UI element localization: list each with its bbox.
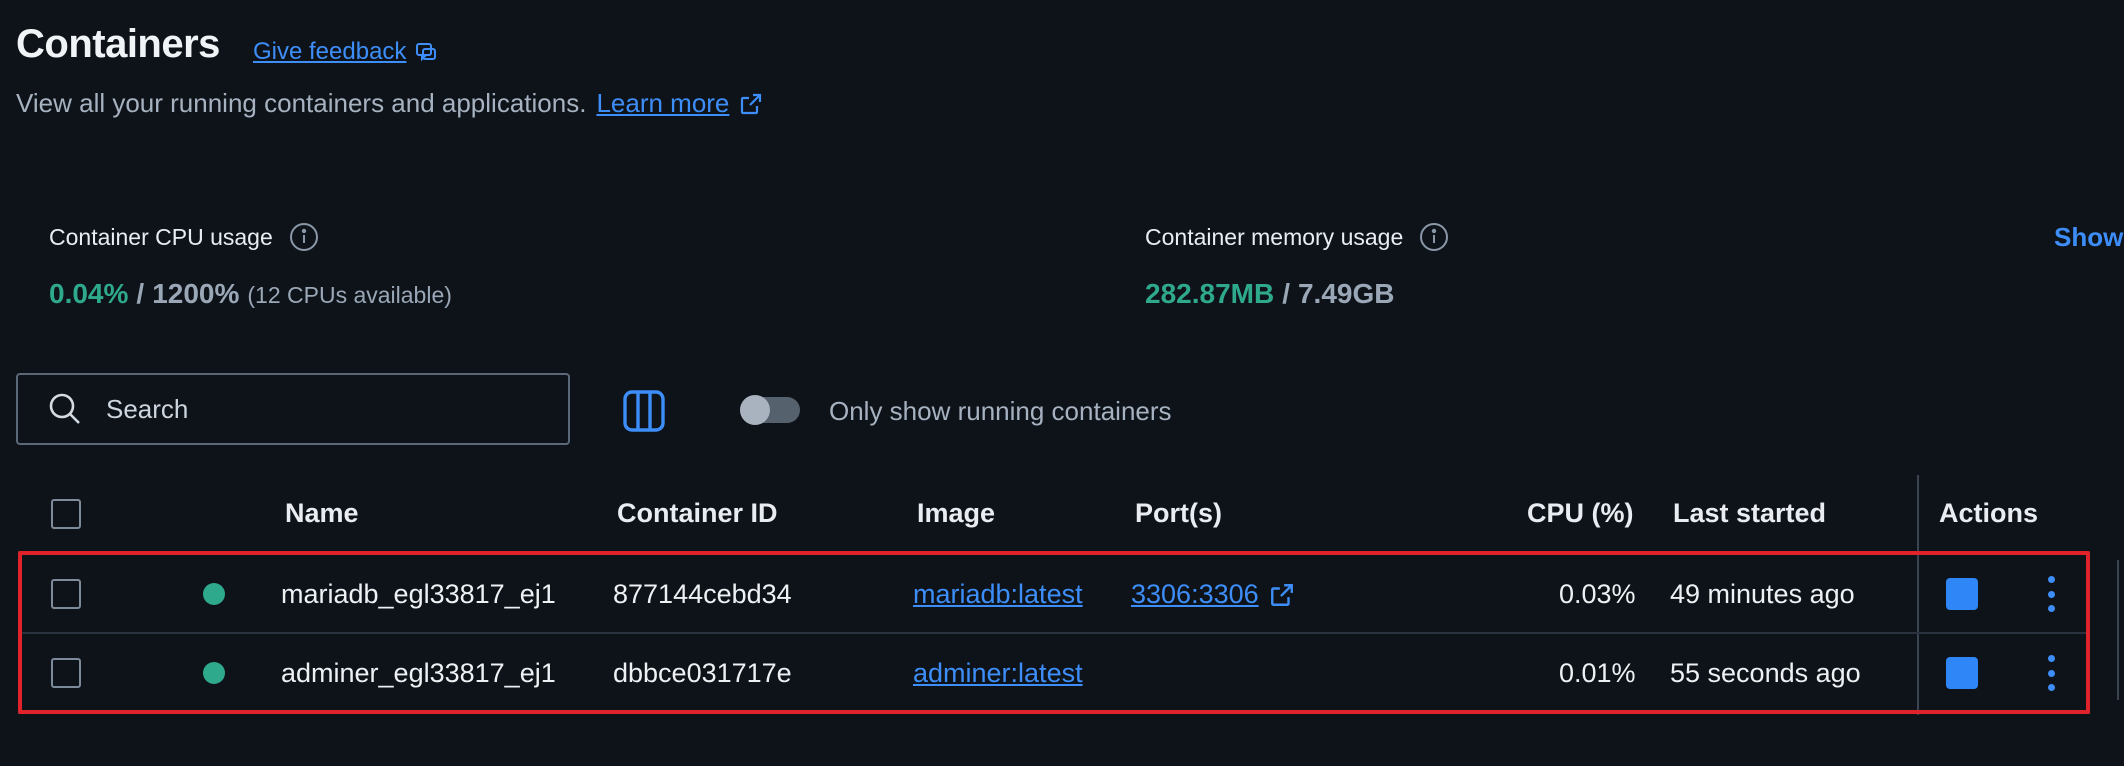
column-header-actions: Actions <box>1939 498 2039 528</box>
row-separator <box>18 551 2090 553</box>
cpu-info-icon[interactable] <box>289 222 319 252</box>
memory-usage-label: Container memory usage <box>1145 222 1449 252</box>
toggle-knob <box>740 395 770 425</box>
status-running-indicator <box>203 583 225 605</box>
more-actions-icon[interactable] <box>2046 655 2056 691</box>
row-checkbox[interactable] <box>51 658 81 688</box>
container-name[interactable]: mariadb_egl33817_ej1 <box>281 579 556 610</box>
external-link-icon <box>1270 583 1293 606</box>
cpu-percent: 0.01% <box>1559 658 1636 688</box>
feedback-icon <box>416 43 437 62</box>
cpu-percent: 0.03% <box>1559 579 1636 609</box>
actions-column-divider <box>1917 475 1919 715</box>
memory-info-icon[interactable] <box>1419 222 1449 252</box>
cpu-usage-label-text: Container CPU usage <box>49 223 273 250</box>
search-input[interactable] <box>104 392 548 426</box>
show-charts-link[interactable]: Show <box>2054 222 2123 253</box>
image-link[interactable]: adminer:latest <box>913 658 1083 689</box>
cpu-usage-value: 0.04% / 1200% (12 CPUs available) <box>49 278 452 310</box>
learn-more-link[interactable]: Learn more <box>596 88 763 119</box>
column-header-ports[interactable]: Port(s) <box>1135 498 1222 529</box>
container-id: dbbce031717e <box>613 658 792 688</box>
memory-usage-value: 282.87MB / 7.49GB <box>1145 278 1394 310</box>
row-separator <box>18 712 2090 714</box>
cpu-separator: / <box>136 278 145 309</box>
select-all-checkbox[interactable] <box>51 499 81 529</box>
page-subtitle: View all your running containers and app… <box>16 88 763 119</box>
port-link[interactable]: 3306:3306 <box>1131 579 1295 610</box>
give-feedback-link[interactable]: Give feedback <box>253 38 438 66</box>
column-header-last-started[interactable]: Last started <box>1673 498 1826 529</box>
container-name[interactable]: adminer_egl33817_ej1 <box>281 658 556 689</box>
container-id: 877144cebd34 <box>613 579 792 609</box>
row-checkbox[interactable] <box>51 579 81 609</box>
running-only-label: Only show running containers <box>829 396 1172 426</box>
cpu-used: 0.04% <box>49 278 129 309</box>
columns-icon[interactable] <box>622 389 666 433</box>
column-header-name[interactable]: Name <box>285 498 359 529</box>
last-started: 55 seconds ago <box>1670 658 1861 688</box>
column-header-image[interactable]: Image <box>917 498 995 529</box>
stop-button[interactable] <box>1946 657 1978 689</box>
cpu-total: 1200% <box>152 278 240 309</box>
port-label: 3306:3306 <box>1131 579 1259 609</box>
memory-separator: / <box>1282 278 1290 309</box>
search-icon <box>49 393 80 424</box>
page-title: Containers <box>16 22 220 66</box>
column-header-container-id[interactable]: Container ID <box>617 498 778 529</box>
memory-used: 282.87MB <box>1145 278 1275 309</box>
memory-total: 7.49GB <box>1297 278 1395 309</box>
stop-button[interactable] <box>1946 578 1978 610</box>
give-feedback-label: Give feedback <box>253 38 407 65</box>
cpu-usage-label: Container CPU usage <box>49 222 319 252</box>
memory-usage-label-text: Container memory usage <box>1145 223 1404 250</box>
image-link[interactable]: mariadb:latest <box>913 579 1083 610</box>
row-edge-divider <box>2117 560 2119 700</box>
subtitle-text: View all your running containers and app… <box>16 88 587 118</box>
running-only-toggle[interactable] <box>740 395 800 425</box>
last-started: 49 minutes ago <box>1670 579 1855 609</box>
column-header-cpu[interactable]: CPU (%) <box>1527 498 1634 529</box>
search-box[interactable] <box>16 373 570 445</box>
row-separator <box>18 632 2090 634</box>
cpu-note: (12 CPUs available) <box>247 282 452 308</box>
external-link-icon <box>741 93 762 114</box>
learn-more-label: Learn more <box>596 88 730 118</box>
status-running-indicator <box>203 662 225 684</box>
more-actions-icon[interactable] <box>2046 576 2056 612</box>
